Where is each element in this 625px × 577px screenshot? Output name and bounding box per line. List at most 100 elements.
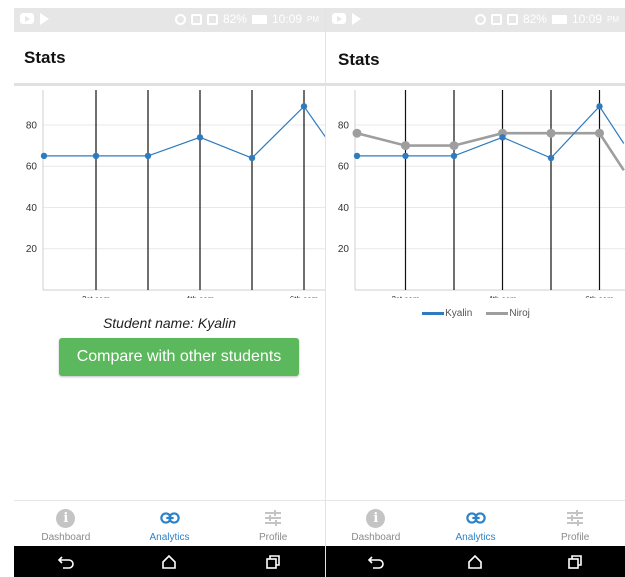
system-nav-bar xyxy=(326,546,625,577)
signal-icon xyxy=(506,13,518,25)
bottom-nav: i Dashboard Analytics Profile xyxy=(14,500,325,546)
nav-label: Profile xyxy=(259,532,288,543)
back-icon xyxy=(57,555,74,569)
home-button[interactable] xyxy=(157,552,181,572)
nav-item-analytics[interactable]: Analytics xyxy=(118,501,222,546)
y-tick-label: 20 xyxy=(338,244,350,255)
system-nav-bar xyxy=(14,546,325,577)
data-point-niroj xyxy=(546,128,556,138)
right-phone-screen: 82% 10:09 PM Stats 20 40 60 80 2st sem 4th se… xyxy=(325,8,625,577)
x-tick-label: 4th sem xyxy=(488,295,517,298)
nav-item-analytics[interactable]: Analytics xyxy=(426,501,526,546)
data-point-niroj xyxy=(449,141,459,151)
y-tick-label: 80 xyxy=(338,120,350,131)
x-tick-label: 4th sem xyxy=(186,295,215,298)
app-header: Stats xyxy=(14,32,325,86)
data-point-kyalin xyxy=(402,152,409,160)
info-icon: i xyxy=(366,508,386,528)
x-tick-label: 2st sem xyxy=(82,295,110,298)
battery-percent: 82% xyxy=(522,12,547,26)
data-point-kyalin xyxy=(596,103,603,110)
home-button[interactable] xyxy=(463,552,487,572)
battery-icon xyxy=(251,14,267,24)
chart-legend: Kyalin Niroj xyxy=(326,308,625,319)
data-point-kyalin xyxy=(92,152,100,160)
data-point-kyalin xyxy=(300,103,308,110)
x-tick-label: 2st sem xyxy=(391,295,419,298)
nav-item-dashboard[interactable]: i Dashboard xyxy=(14,501,118,546)
data-point-niroj xyxy=(352,128,362,138)
nav-item-profile[interactable]: Profile xyxy=(221,501,325,546)
signal-icon xyxy=(206,13,218,25)
link-icon xyxy=(159,512,180,524)
x-tick-label: 6th sem xyxy=(585,295,614,298)
legend-label: Niroj xyxy=(509,308,530,319)
comparison-line-chart: 20 40 60 80 2st sem 4th sem 6th sem xyxy=(338,90,625,298)
play-notification-icon xyxy=(40,12,49,25)
screenshot-stage: 82% 10:09 PM Stats 20 40 60 80 2st sem 4th se… xyxy=(0,0,625,577)
clock-time: 10:09 xyxy=(271,12,302,26)
data-point-kyalin xyxy=(450,152,458,160)
info-icon: i xyxy=(56,508,76,528)
youtube-notification-icon xyxy=(332,13,346,24)
recents-button[interactable] xyxy=(261,552,285,572)
sliders-icon xyxy=(567,510,584,526)
compare-students-button[interactable]: Compare with other students xyxy=(59,338,299,376)
y-tick-label: 80 xyxy=(26,120,38,131)
wifi-icon xyxy=(190,13,202,25)
home-icon xyxy=(162,554,177,569)
x-tick-label: 6th sem xyxy=(290,295,319,298)
legend-swatch-niroj xyxy=(486,312,509,315)
nav-label: Profile xyxy=(561,532,590,543)
student-name-label: Student name: Kyalin xyxy=(102,315,237,331)
back-button[interactable] xyxy=(54,552,78,572)
y-tick-label: 60 xyxy=(338,162,350,173)
data-point-kyalin xyxy=(499,134,506,141)
nav-item-dashboard[interactable]: i Dashboard xyxy=(326,501,426,546)
left-phone-screen: 82% 10:09 PM Stats 20 40 60 80 2st sem 4th se… xyxy=(14,8,325,577)
status-bar: 82% 10:09 PM xyxy=(326,8,625,32)
link-icon xyxy=(465,512,486,524)
legend-label: Kyalin xyxy=(445,308,473,319)
nav-label: Dashboard xyxy=(351,532,401,543)
series-line-niroj xyxy=(356,131,625,172)
legend-swatch-kyalin xyxy=(422,312,445,315)
wifi-icon xyxy=(490,13,502,25)
sliders-icon xyxy=(265,510,282,526)
data-point-niroj xyxy=(401,141,410,151)
recents-button[interactable] xyxy=(563,552,587,572)
recents-icon xyxy=(266,554,280,569)
nav-item-profile[interactable]: Profile xyxy=(525,501,625,546)
data-point-kyalin xyxy=(248,154,256,162)
battery-icon xyxy=(551,14,567,24)
y-tick-label: 60 xyxy=(26,162,38,173)
series-line-kyalin xyxy=(44,105,325,159)
data-point-kyalin xyxy=(547,154,555,162)
y-tick-label: 40 xyxy=(338,203,350,214)
alarm-icon xyxy=(174,13,186,25)
alarm-icon xyxy=(474,13,486,25)
data-point-niroj xyxy=(595,128,604,138)
data-point-kyalin xyxy=(353,152,361,160)
back-icon xyxy=(367,555,384,569)
nav-label: Analytics xyxy=(149,532,190,543)
play-notification-icon xyxy=(352,12,361,25)
home-icon xyxy=(468,554,483,569)
student-line-chart: 20 40 60 80 2st sem 4th sem 6th sem xyxy=(26,90,325,298)
clock-time: 10:09 xyxy=(571,12,602,26)
back-button[interactable] xyxy=(364,552,388,572)
legend-item-kyalin[interactable]: Kyalin xyxy=(422,308,472,319)
y-tick-label: 40 xyxy=(26,203,38,214)
clock-ampm: PM xyxy=(607,14,619,24)
legend-item-niroj[interactable]: Niroj xyxy=(486,308,530,319)
status-bar: 82% 10:09 PM xyxy=(14,8,325,32)
nav-label: Analytics xyxy=(455,532,496,543)
app-header: Stats xyxy=(326,32,625,86)
page-title: Stats xyxy=(24,48,66,67)
page-title: Stats xyxy=(338,50,380,69)
recents-icon xyxy=(568,554,582,569)
clock-ampm: PM xyxy=(307,14,319,24)
battery-percent: 82% xyxy=(222,12,247,26)
data-point-kyalin xyxy=(40,152,48,160)
y-tick-label: 20 xyxy=(26,244,38,255)
